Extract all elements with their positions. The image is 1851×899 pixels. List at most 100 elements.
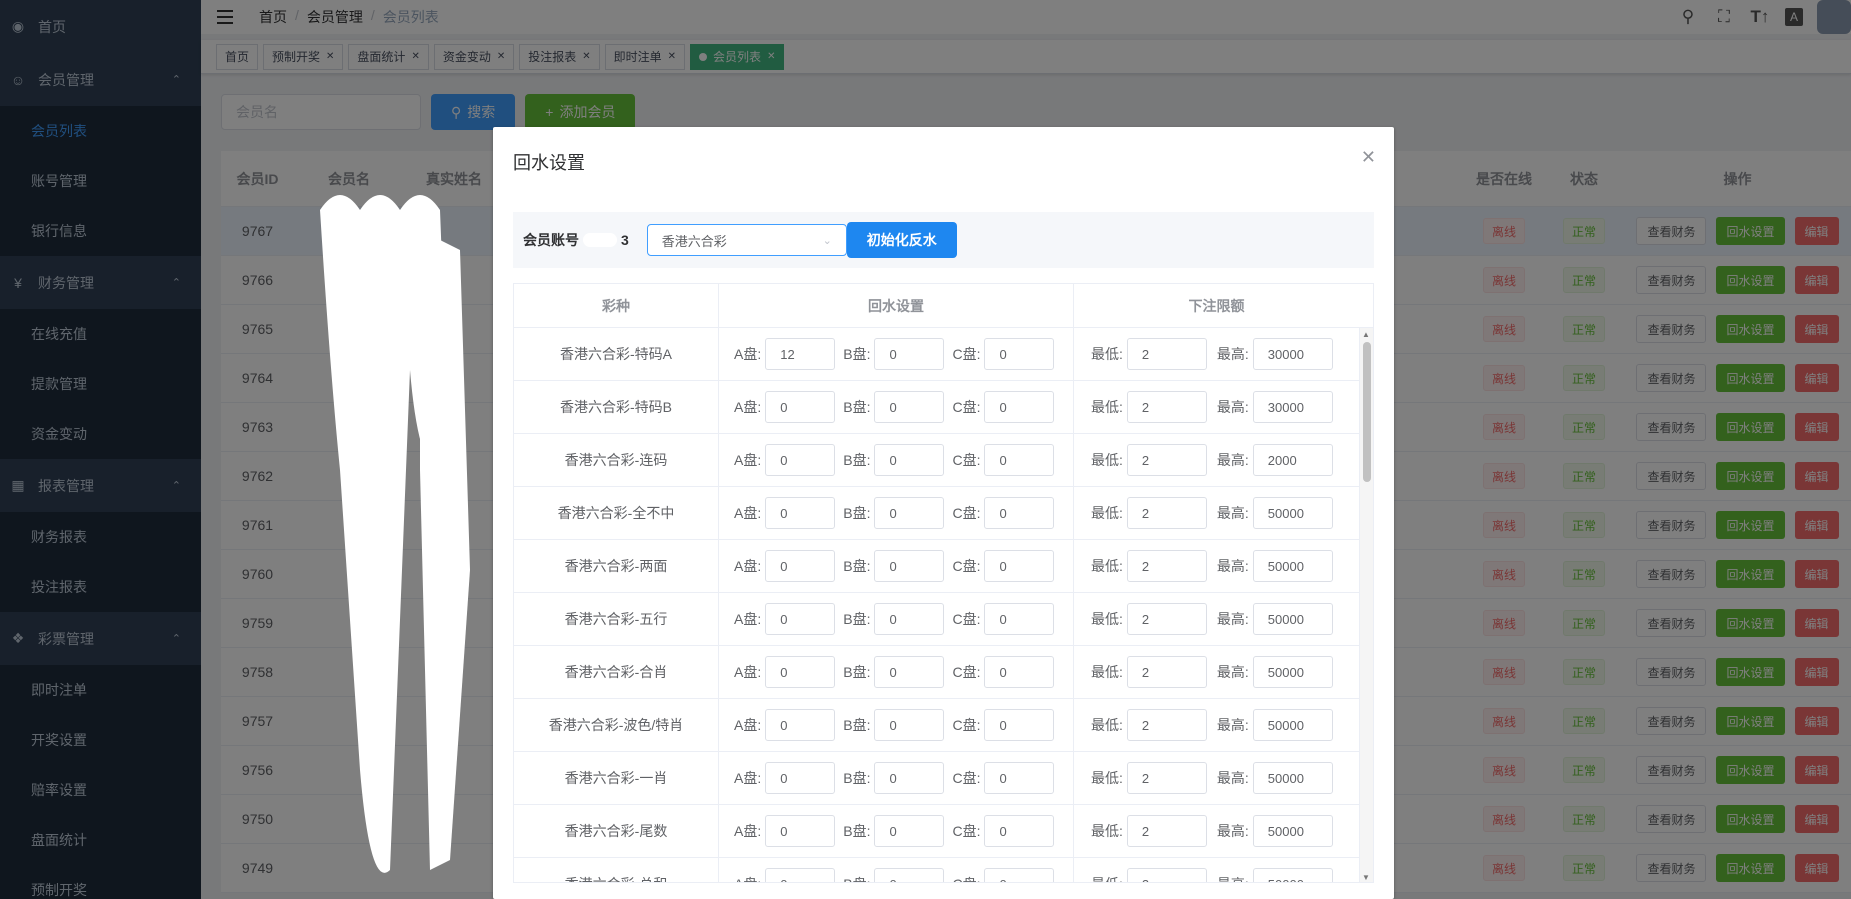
c-plate-input[interactable]: 0 <box>984 444 1055 476</box>
c-plate-input[interactable]: 0 <box>984 709 1055 741</box>
scrollbar[interactable]: ▲ ▼ <box>1359 328 1373 882</box>
a-plate-input[interactable]: 0 <box>765 603 836 635</box>
c-plate-input[interactable]: 0 <box>984 338 1055 370</box>
rebate-setting-cell: A盘:0B盘:0C盘:0 <box>719 540 1074 592</box>
c-plate-input[interactable]: 0 <box>984 550 1055 582</box>
b-plate-input[interactable]: 0 <box>874 391 945 423</box>
max-input[interactable]: 50000 <box>1252 762 1333 794</box>
max-input[interactable]: 30000 <box>1252 338 1333 370</box>
scroll-down-icon[interactable]: ▼ <box>1362 873 1370 882</box>
rebate-setting-cell: A盘: 12 B盘: 0 C盘: 0 <box>719 328 1074 380</box>
a-plate-label: A盘: <box>734 399 762 415</box>
a-plate-input[interactable]: 0 <box>765 709 836 741</box>
lottery-kind: 香港六合彩-五行 <box>514 593 719 645</box>
b-plate-input[interactable]: 0 <box>874 815 945 847</box>
max-input[interactable]: 50000 <box>1252 815 1333 847</box>
b-plate-input[interactable]: 0 <box>874 550 945 582</box>
max-input[interactable]: 50000 <box>1252 656 1333 688</box>
a-plate-input[interactable]: 0 <box>765 656 836 688</box>
header-limit: 下注限额 <box>1188 297 1245 314</box>
max-input[interactable]: 50000 <box>1252 709 1333 741</box>
min-input[interactable]: 2 <box>1126 550 1207 582</box>
max-input[interactable]: 50000 <box>1252 497 1333 529</box>
b-plate-input[interactable]: 0 <box>874 709 945 741</box>
lottery-kind: 香港六合彩-总和 <box>514 858 719 882</box>
max-input[interactable]: 50000 <box>1252 603 1333 635</box>
rebate-row: 香港六合彩-两面 A盘: 0 B盘: 0 C盘: 0 最低: 2 最高: 50000 <box>514 540 1373 593</box>
scroll-thumb[interactable] <box>1363 342 1371 482</box>
c-plate-label: C盘: <box>952 611 981 627</box>
b-plate-label: B盘: <box>843 664 871 680</box>
min-input[interactable]: 2 <box>1126 444 1207 476</box>
lottery-kind: 香港六合彩-波色/特肖 <box>514 699 719 751</box>
max-input[interactable]: 2000 <box>1252 444 1333 476</box>
min-input[interactable]: 2 <box>1126 815 1207 847</box>
max-label: 最高: <box>1216 823 1249 839</box>
a-plate-label: A盘: <box>734 664 762 680</box>
max-input[interactable]: 50000 <box>1252 550 1333 582</box>
b-plate-input[interactable]: 0 <box>874 603 945 635</box>
min-input[interactable]: 2 <box>1126 656 1207 688</box>
min-label: 最低: <box>1091 823 1123 839</box>
b-plate-input[interactable]: 0 <box>874 868 945 882</box>
rebate-row: 香港六合彩-连码 A盘: 0 B盘: 0 C盘: 0 最低: 2 最高: 2000 <box>514 434 1373 487</box>
a-plate-input[interactable]: 0 <box>765 444 836 476</box>
close-icon[interactable]: ✕ <box>1361 147 1376 168</box>
b-plate-input[interactable]: 0 <box>874 656 945 688</box>
scroll-up-icon[interactable]: ▲ <box>1362 330 1370 339</box>
max-input[interactable]: 30000 <box>1252 391 1333 423</box>
min-label: 最低: <box>1091 346 1123 362</box>
lottery-kind: 香港六合彩-特码B <box>514 381 719 433</box>
min-input[interactable]: 2 <box>1126 868 1207 882</box>
c-plate-input[interactable]: 0 <box>984 815 1055 847</box>
a-plate-label: A盘: <box>734 611 762 627</box>
max-input[interactable]: 50000 <box>1252 868 1333 882</box>
max-label: 最高: <box>1216 558 1249 574</box>
header-kind: 彩种 <box>514 284 719 327</box>
b-plate-label: B盘: <box>843 770 871 786</box>
min-input[interactable]: 2 <box>1126 391 1207 423</box>
a-plate-label: A盘: <box>734 874 761 882</box>
a-plate-input[interactable]: 0 <box>765 815 836 847</box>
min-input[interactable]: 2 <box>1126 338 1207 370</box>
c-plate-input[interactable]: 0 <box>984 391 1055 423</box>
lottery-select[interactable]: 香港六合彩 ⌄ <box>646 224 847 256</box>
min-input[interactable]: 2 <box>1126 603 1207 635</box>
max-label: 最高: <box>1216 717 1249 733</box>
rebate-row: 香港六合彩-全不中 A盘: 0 B盘: 0 C盘: 0 最低: 2 最高: 50000 <box>514 487 1373 540</box>
b-plate-label: B盘: <box>843 823 871 839</box>
c-plate-input[interactable]: 0 <box>984 497 1055 529</box>
c-plate-input[interactable]: 0 <box>984 603 1055 635</box>
c-plate-input[interactable]: 0 <box>984 868 1055 882</box>
a-plate-label: A盘: <box>734 346 762 362</box>
b-plate-input[interactable]: 0 <box>874 338 945 370</box>
redaction-mask <box>583 233 617 247</box>
max-label: 最高: <box>1216 505 1249 521</box>
min-input[interactable]: 2 <box>1126 497 1207 529</box>
a-plate-input[interactable]: 0 <box>765 762 836 794</box>
b-plate-input[interactable]: 0 <box>874 762 945 794</box>
b-plate-input[interactable]: 0 <box>874 444 945 476</box>
a-plate-input[interactable]: 0 <box>765 391 836 423</box>
rebate-table-header: 彩种 回水设置 下注限额 <box>514 284 1373 328</box>
rebate-row: 香港六合彩-特码A A盘: 12 B盘: 0 C盘: 0 最低: 2 最高: 30000 <box>514 328 1373 381</box>
b-plate-input[interactable]: 0 <box>874 497 945 529</box>
bet-limit-cell: 最低:2 最高:50000 <box>1074 805 1359 857</box>
a-plate-input[interactable]: 0 <box>765 868 836 882</box>
c-plate-input[interactable]: 0 <box>984 656 1055 688</box>
account-value: 3 <box>621 232 629 248</box>
min-input[interactable]: 2 <box>1126 709 1207 741</box>
lottery-kind: 香港六合彩-全不中 <box>514 487 719 539</box>
a-plate-label: A盘: <box>734 452 762 468</box>
a-plate-input[interactable]: 0 <box>765 497 836 529</box>
min-label: 最低: <box>1091 874 1123 882</box>
a-plate-input[interactable]: 12 <box>765 338 836 370</box>
min-input[interactable]: 2 <box>1126 762 1207 794</box>
init-rebate-button[interactable]: 初始化反水 <box>846 222 957 258</box>
max-label: 最高: <box>1216 611 1249 627</box>
a-plate-input[interactable]: 0 <box>765 550 836 582</box>
c-plate-input[interactable]: 0 <box>984 762 1055 794</box>
min-label: 最低: <box>1091 611 1123 627</box>
max-label: 最高: <box>1216 664 1249 680</box>
min-label: 最低: <box>1091 558 1123 574</box>
